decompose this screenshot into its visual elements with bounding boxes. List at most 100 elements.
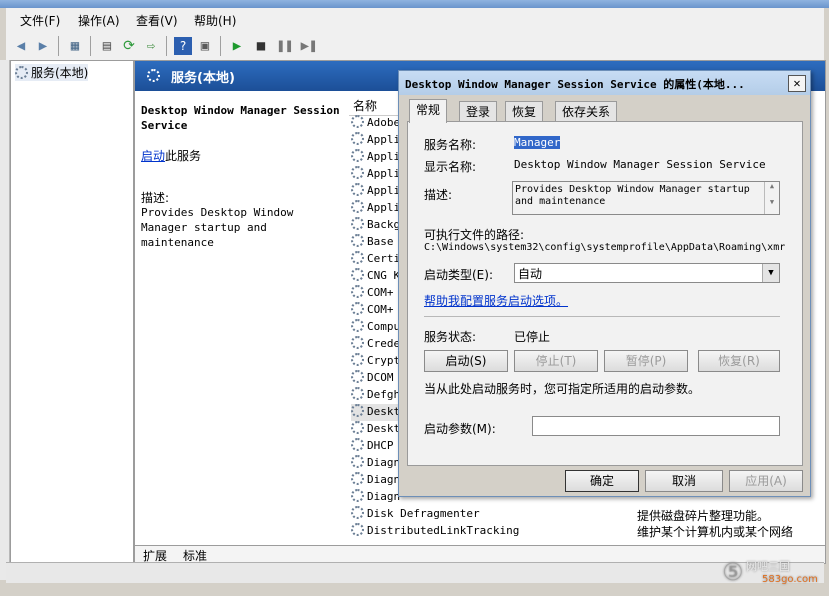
service-name: Base (367, 235, 394, 248)
service-gear-icon (351, 421, 364, 434)
table-row[interactable]: Appli (351, 200, 400, 217)
refresh-icon[interactable]: ⟳ (120, 37, 138, 55)
service-gear-icon (351, 523, 364, 536)
service-name: Adobe (367, 116, 401, 129)
table-row[interactable]: Adobe (351, 115, 400, 132)
cancel-button[interactable]: 取消 (645, 470, 723, 492)
tab-recovery[interactable]: 恢复 (505, 101, 544, 122)
services-icon (15, 66, 28, 79)
divider (424, 316, 780, 317)
menu-action[interactable]: 操作(A) (78, 12, 120, 29)
tree-item-services-local[interactable]: 服务(本地) (15, 64, 89, 81)
console-tree: 服务(本地) (10, 60, 134, 564)
service-gear-icon (351, 387, 364, 400)
service-name: Compu (367, 320, 401, 333)
window-title-bar (0, 0, 829, 8)
service-gear-icon (351, 489, 364, 502)
display-name-value[interactable]: Desktop Window Manager Session Service (514, 158, 766, 171)
table-row[interactable]: Disk Defragmenter (351, 506, 480, 523)
stop-button[interactable]: 停止(T) (514, 350, 598, 372)
service-gear-icon (351, 506, 364, 519)
table-row[interactable]: COM+ (351, 302, 394, 319)
ok-button[interactable]: 确定 (565, 470, 639, 492)
service-name: COM+ (367, 303, 394, 316)
table-row[interactable]: Certi (351, 251, 400, 268)
service-name: Certi (367, 252, 401, 265)
export-icon[interactable]: ⇨ (142, 37, 160, 55)
path-value[interactable]: C:\Windows\system32\config\systemprofile… (424, 242, 798, 253)
help-configure-link[interactable]: 帮助我配置服务启动选项。 (424, 292, 568, 309)
service-gear-icon (351, 217, 364, 230)
table-row[interactable]: Diagn (351, 489, 400, 506)
description-scrollbar[interactable]: ▲ ▼ (764, 182, 779, 214)
start-params-label: 启动参数(M): (424, 422, 496, 436)
service-status-value: 已停止 (514, 330, 551, 344)
chevron-down-icon[interactable]: ▼ (762, 264, 779, 282)
table-row[interactable]: Diagn (351, 455, 400, 472)
service-gear-icon (351, 353, 364, 366)
pause-button[interactable]: 暂停(P) (604, 350, 688, 372)
start-service-text: 启动此服务 (141, 149, 202, 163)
table-row[interactable]: COM+ (351, 285, 394, 302)
service-name: Crede (367, 337, 401, 350)
back-icon[interactable]: ◀ (12, 37, 30, 55)
stop-icon[interactable]: ■ (252, 37, 270, 55)
path-label: 可执行文件的路径: (424, 228, 525, 242)
table-row[interactable]: Base (351, 234, 394, 251)
pause-icon[interactable]: ❚❚ (276, 37, 294, 55)
service-name-value[interactable]: Manager (514, 136, 561, 149)
table-row[interactable]: Crypt (351, 353, 400, 370)
table-row[interactable]: Appli (351, 149, 400, 166)
properties-icon[interactable]: ▤ (98, 37, 116, 55)
start-service-link[interactable]: 启动 (141, 149, 165, 163)
start-button[interactable]: 启动(S) (424, 350, 508, 372)
column-header-name[interactable]: 名称 (349, 97, 404, 116)
table-row[interactable]: Appli (351, 183, 400, 200)
menu-bar: 文件(F) 操作(A) 查看(V) 帮助(H) (6, 8, 824, 33)
watermark-logo-icon: ⑤ (722, 558, 744, 586)
menu-file[interactable]: 文件(F) (20, 12, 60, 29)
table-row[interactable]: Diagn (351, 472, 400, 489)
description-text: Provides Desktop Window Manager startup … (141, 206, 294, 249)
table-row[interactable]: DistributedLinkTracking (351, 523, 519, 540)
startup-type-select[interactable]: 自动 ▼ (514, 263, 780, 283)
table-row[interactable]: Appli (351, 166, 400, 183)
close-icon[interactable]: ✕ (788, 75, 806, 92)
table-row[interactable]: Deskt (351, 421, 400, 438)
tab-logon[interactable]: 登录 (459, 101, 498, 122)
forward-icon[interactable]: ▶ (34, 37, 52, 55)
service-gear-icon (351, 370, 364, 383)
table-row[interactable]: Compu (351, 319, 400, 336)
menu-view[interactable]: 查看(V) (136, 12, 178, 29)
resume-icon[interactable]: ▶❚ (300, 37, 318, 55)
show-hide-icon[interactable]: ▣ (196, 37, 214, 55)
service-name: Appli (367, 167, 401, 180)
start-icon[interactable]: ▶ (228, 37, 246, 55)
table-row[interactable]: Crede (351, 336, 400, 353)
table-row[interactable]: DHCP (351, 438, 394, 455)
services-header-icon (147, 69, 160, 82)
console-tree-icon[interactable]: ▦ (66, 37, 84, 55)
service-status-label: 服务状态: (424, 330, 477, 344)
menu-help[interactable]: 帮助(H) (194, 12, 236, 29)
start-params-input[interactable] (532, 416, 780, 436)
service-gear-icon (351, 455, 364, 468)
table-row[interactable]: CNG K (351, 268, 400, 285)
table-row[interactable]: Appli (351, 132, 400, 149)
help-icon[interactable]: ? (174, 37, 192, 55)
watermark-text: 网吧三国 (746, 560, 790, 573)
description-label: 描述: (141, 191, 170, 205)
table-row[interactable]: DCOM (351, 370, 394, 387)
table-row[interactable]: Deskt (351, 404, 401, 421)
service-name: Crypt (367, 354, 401, 367)
resume-button[interactable]: 恢复(R) (698, 350, 780, 372)
service-gear-icon (351, 251, 364, 264)
tab-dependencies[interactable]: 依存关系 (555, 101, 618, 122)
service-name: Deskt (367, 405, 401, 418)
table-row[interactable]: Backg (351, 217, 400, 234)
table-row[interactable]: Defgh (351, 387, 400, 404)
description-field[interactable]: Provides Desktop Window Manager startup … (512, 181, 780, 215)
service-name: Diagn (367, 473, 401, 486)
tab-general[interactable]: 常规 (409, 99, 448, 123)
apply-button[interactable]: 应用(A) (729, 470, 803, 492)
